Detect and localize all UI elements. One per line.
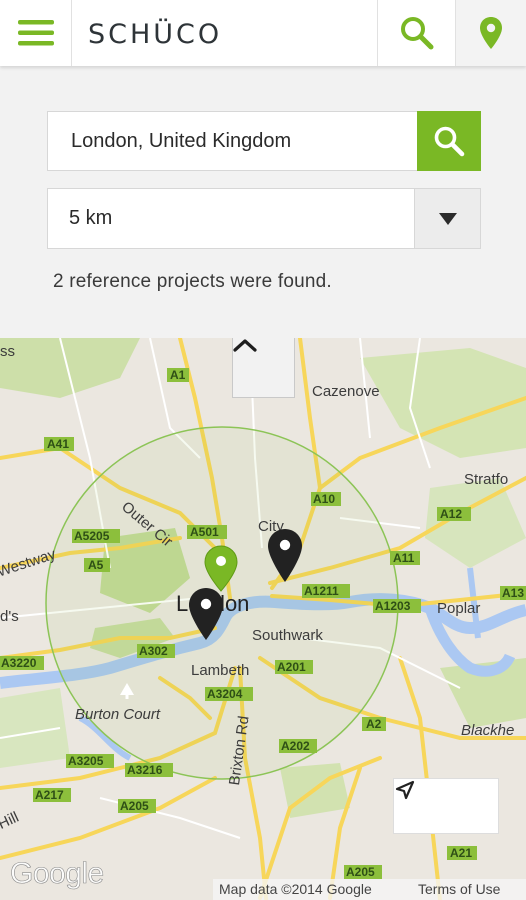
label-ds: d's <box>0 608 19 625</box>
road-label: A3216 <box>127 763 163 777</box>
label-burton-court: Burton Court <box>75 706 161 723</box>
radius-value: 5 km <box>69 207 113 229</box>
road-label: A202 <box>281 739 310 753</box>
top-app-bar: SCHÜCO <box>0 0 526 66</box>
logo-text: SCHÜCO <box>88 19 223 50</box>
location-search-button[interactable] <box>417 111 481 171</box>
search-icon <box>400 17 433 50</box>
road-label: A1203 <box>375 599 411 613</box>
road-label: A205 <box>346 865 375 879</box>
radius-dropdown-toggle[interactable] <box>414 189 480 248</box>
map-pin-icon <box>480 17 502 49</box>
road-label: A217 <box>35 788 64 802</box>
road-label: A12 <box>440 507 462 521</box>
label-stratford: Stratfo <box>464 471 508 488</box>
radius-select[interactable]: 5 km <box>47 188 481 249</box>
location-search-input[interactable] <box>47 111 418 171</box>
search-panel: 5 km 2 reference projects were found. <box>0 66 526 338</box>
road-label: A302 <box>139 644 168 658</box>
road-label: A13 <box>502 586 524 600</box>
road-label: A10 <box>313 492 335 506</box>
navigation-arrow-icon <box>395 780 415 800</box>
map-view[interactable]: A1 A41 A10 A5205 A501 A12 A5 A11 A1211 A… <box>0 338 526 900</box>
label-ss: ss <box>0 343 15 360</box>
terms-of-use-link[interactable]: Terms of Use <box>418 881 500 897</box>
road-label: A3220 <box>1 656 37 670</box>
road-label: A41 <box>47 437 69 451</box>
road-label: A3205 <box>68 754 104 768</box>
results-count-text: 2 reference projects were found. <box>53 271 332 292</box>
search-icon <box>434 126 465 157</box>
road-label: A1211 <box>304 584 339 598</box>
road-label: A11 <box>393 551 415 565</box>
label-lambeth: Lambeth <box>191 662 249 679</box>
menu-button[interactable] <box>0 0 72 66</box>
map-data-attribution: Map data ©2014 Google <box>219 881 372 897</box>
road-label: A5205 <box>74 529 110 543</box>
road-label: A2 <box>366 717 382 731</box>
header-search-button[interactable] <box>377 0 455 66</box>
google-logo: Google <box>10 857 105 891</box>
road-label: A21 <box>450 846 472 860</box>
road-label: A3204 <box>207 687 243 701</box>
road-label: A5 <box>88 558 104 572</box>
dropdown-triangle-icon <box>438 212 457 225</box>
hamburger-menu-icon <box>17 20 54 46</box>
label-blackheath: Blackhe <box>461 722 514 739</box>
collapse-search-button[interactable] <box>232 338 295 398</box>
my-location-button[interactable] <box>393 778 499 834</box>
road-label: A205 <box>120 799 149 813</box>
label-poplar: Poplar <box>437 600 480 617</box>
road-label: A1 <box>170 368 186 382</box>
chevron-up-icon <box>233 339 257 352</box>
label-cazenove: Cazenove <box>312 383 380 400</box>
schuco-logo[interactable]: SCHÜCO <box>88 19 222 50</box>
header-location-button[interactable] <box>455 0 526 66</box>
road-label: A201 <box>277 660 306 674</box>
map-attribution-bar: Map data ©2014 Google Terms of Use <box>213 879 526 900</box>
road-label: A501 <box>190 525 219 539</box>
label-southwark: Southwark <box>252 627 323 644</box>
